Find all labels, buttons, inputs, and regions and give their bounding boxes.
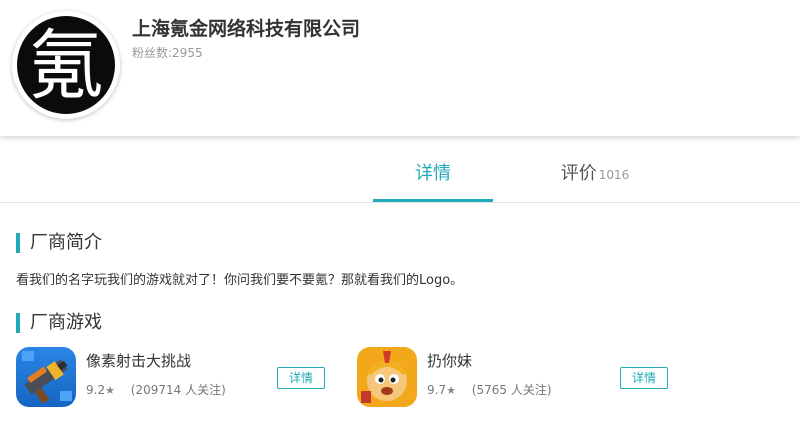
section-accent-bar — [16, 313, 20, 333]
intro-heading-text: 厂商简介 — [30, 232, 102, 253]
intro-heading: 厂商简介 — [16, 233, 102, 253]
star-icon: ★ — [105, 384, 115, 397]
tab-reviews-label: 评价 — [560, 163, 597, 184]
game-title[interactable]: 像素射击大挑战 — [86, 350, 191, 371]
company-name: 上海氪金网络科技有限公司 — [132, 18, 361, 40]
games-heading-text: 厂商游戏 — [30, 312, 102, 333]
pixel-gun-game-icon[interactable] — [16, 347, 76, 407]
tab-reviews[interactable]: 评价 1016 — [540, 150, 650, 202]
game-rating: 9.7 — [427, 383, 447, 397]
game-rating: 9.2 — [86, 383, 106, 397]
company-avatar: 氪 — [12, 11, 120, 119]
tab-details[interactable]: 详情 — [373, 150, 493, 202]
section-accent-bar — [16, 233, 20, 253]
game-card: 像素射击大挑战 9.2★ (209714 人关注) 详情 — [16, 347, 336, 409]
active-tab-indicator — [373, 199, 493, 202]
game-meta: 9.2★ (209714 人关注) — [86, 381, 226, 398]
company-logo: 氪 — [17, 16, 115, 114]
game-card: 扔你妹 9.7★ (5765 人关注) 详情 — [357, 347, 677, 409]
game-follow-count: (5765 人关注) — [471, 383, 552, 397]
game-detail-button[interactable]: 详情 — [620, 367, 668, 389]
game-title[interactable]: 扔你妹 — [427, 350, 472, 371]
tab-bar: 详情 评价 1016 — [0, 150, 800, 203]
fans-count: 粉丝数:2955 — [132, 46, 203, 60]
game-follow-count: (209714 人关注) — [130, 383, 226, 397]
company-header: 氪 上海氪金网络科技有限公司 粉丝数:2955 — [0, 0, 800, 136]
tab-details-label: 详情 — [415, 163, 451, 184]
reviews-count: 1016 — [598, 168, 630, 182]
games-heading: 厂商游戏 — [16, 313, 102, 333]
star-icon: ★ — [446, 384, 456, 397]
warrior-face-game-icon[interactable] — [357, 347, 417, 407]
intro-text: 看我们的名字玩我们的游戏就对了！你问我们要不要氪？那就看我们的Logo。 — [16, 273, 464, 288]
company-logo-glyph: 氪 — [28, 21, 104, 110]
game-detail-button[interactable]: 详情 — [277, 367, 325, 389]
game-meta: 9.7★ (5765 人关注) — [427, 381, 552, 398]
